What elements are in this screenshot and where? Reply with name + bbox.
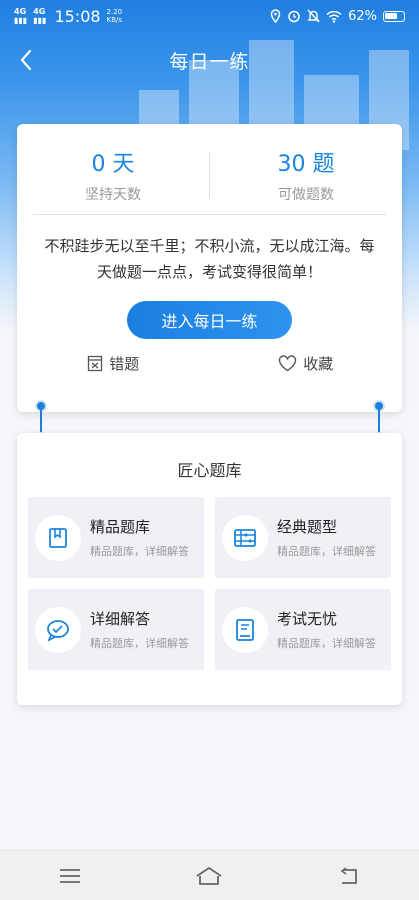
questions-label: 可做题数 [278, 187, 334, 203]
question-bank-grid: 精品题库 精品题库，详细解答 经典题型 精品题库，详细解答 详细解答 精品题库，… [28, 497, 391, 670]
tile-title: 精品题库 [90, 518, 151, 536]
back-nav-button[interactable] [329, 856, 369, 896]
tile-subtitle: 精品题库，详细解答 [277, 637, 376, 650]
days-value: 0 天 [91, 152, 135, 177]
questions-value: 30 题 [277, 152, 335, 177]
daily-practice-card: 0 天 坚持天数 30 题 可做题数 不积跬步无以至千里；不积小流，无以成江海。… [17, 124, 402, 412]
tile-premium-bank[interactable]: 精品题库 精品题库，详细解答 [28, 497, 204, 578]
location-icon [270, 9, 281, 23]
favorites-label: 收藏 [303, 355, 334, 373]
questions-stat: 30 题 可做题数 [210, 146, 402, 214]
signal-icon: 4G ▮▮▮ [33, 7, 47, 25]
motto-text: 不积跬步无以至千里；不积小流，无以成江海。每天做题一点点，考试变得很简单！ [44, 237, 375, 281]
clock: 15:08 [54, 6, 101, 26]
menu-icon [59, 868, 80, 883]
nav-bar: 每日一练 [0, 38, 419, 82]
wrong-questions-button[interactable]: 错题 [17, 353, 210, 374]
stats-row: 0 天 坚持天数 30 题 可做题数 [17, 124, 402, 214]
tile-subtitle: 精品题库，详细解答 [90, 545, 189, 558]
signal-icon: 4G ▮▮▮ [14, 7, 28, 25]
system-nav-bar [0, 850, 419, 900]
days-stat: 0 天 坚持天数 [17, 146, 209, 214]
wrong-questions-label: 错题 [109, 355, 140, 373]
question-bank-card: 匠心题库 精品题库 精品题库，详细解答 经典题型 精品题库，详细解答 详细解答 … [17, 433, 402, 705]
actions-row: 错题 收藏 [17, 353, 402, 374]
home-button[interactable] [189, 856, 229, 896]
battery-percent: 62% [348, 8, 377, 24]
home-icon [196, 866, 222, 885]
book-icon [35, 514, 81, 561]
battery-icon [383, 10, 405, 22]
mute-bell-icon [307, 9, 320, 23]
tile-title: 详细解答 [90, 610, 151, 628]
wifi-icon [326, 10, 342, 23]
wrong-book-icon [88, 355, 103, 372]
tile-classic-types[interactable]: 经典题型 精品题库，详细解答 [215, 497, 391, 578]
tile-detailed-answers[interactable]: 详细解答 精品题库，详细解答 [28, 589, 204, 670]
status-bar: 4G ▮▮▮ 4G ▮▮▮ 15:08 2.20 KB/s 62% [0, 0, 419, 32]
chevron-left-icon [20, 49, 32, 71]
tile-worry-free-exam[interactable]: 考试无忧 精品题库，详细解答 [215, 589, 391, 670]
heart-icon [279, 355, 297, 372]
tile-subtitle: 精品题库，详细解答 [277, 545, 376, 558]
favorites-button[interactable]: 收藏 [210, 353, 403, 374]
menu-button[interactable] [50, 856, 90, 896]
page-title: 每日一练 [169, 50, 250, 73]
chat-check-icon [35, 606, 81, 653]
back-button[interactable] [12, 46, 40, 74]
days-label: 坚持天数 [85, 187, 141, 203]
abacus-icon [222, 514, 268, 561]
exam-score-icon [222, 606, 268, 653]
tile-title: 考试无忧 [277, 610, 338, 628]
enter-daily-practice-button[interactable]: 进入每日一练 [127, 301, 292, 339]
tile-subtitle: 精品题库，详细解答 [90, 637, 189, 650]
section-title: 匠心题库 [177, 461, 242, 480]
alarm-icon [288, 10, 300, 23]
tile-title: 经典题型 [277, 518, 338, 536]
return-icon [340, 866, 358, 884]
network-speed: 2.20 KB/s [106, 8, 123, 24]
